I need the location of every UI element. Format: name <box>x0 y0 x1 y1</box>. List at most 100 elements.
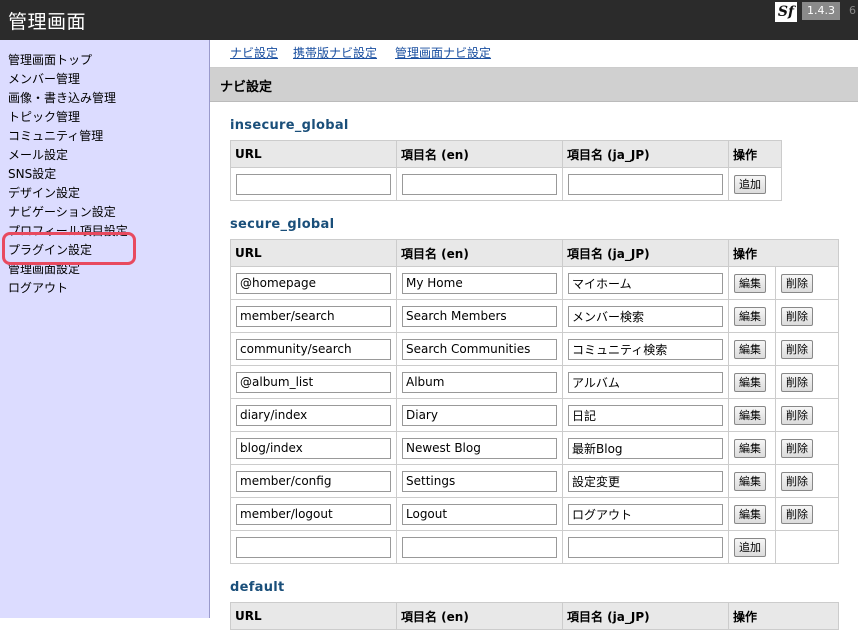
column-header-ops: 操作 <box>728 140 782 168</box>
table-row: 編集 削除 <box>230 398 839 432</box>
name-ja-input[interactable] <box>568 536 723 558</box>
secure-global-rows: 編集 削除 編集 削除 編集 削除 編集 削除 編集 <box>230 266 839 564</box>
name-ja-input[interactable] <box>568 338 723 360</box>
table-header-row: URL 項目名 (en) 項目名 (ja_JP) 操作 <box>230 239 839 267</box>
table-header-row: URL 項目名 (en) 項目名 (ja_JP) 操作 <box>230 602 839 630</box>
add-button[interactable]: 追加 <box>734 537 766 557</box>
sidebar-item-design-settings[interactable]: デザイン設定 <box>8 184 128 203</box>
sidebar-item-navigation-settings[interactable]: ナビゲーション設定 <box>8 203 128 222</box>
name-en-input[interactable] <box>402 503 557 525</box>
column-header-ja: 項目名 (ja_JP) <box>562 239 729 267</box>
table-header-row: URL 項目名 (en) 項目名 (ja_JP) 操作 <box>230 140 782 168</box>
edit-button[interactable]: 編集 <box>734 438 766 458</box>
delete-button[interactable]: 削除 <box>781 372 813 392</box>
name-ja-input[interactable] <box>568 272 723 294</box>
table-row: 編集 削除 <box>230 365 839 399</box>
name-en-input[interactable] <box>402 272 557 294</box>
url-input[interactable] <box>236 437 391 459</box>
url-input[interactable] <box>236 470 391 492</box>
edit-button[interactable]: 編集 <box>734 405 766 425</box>
table-row: 編集 削除 <box>230 464 839 498</box>
link-mobile-navi-settings[interactable]: 携帯版ナビ設定 <box>293 44 377 61</box>
name-ja-input[interactable] <box>568 404 723 426</box>
delete-button[interactable]: 削除 <box>781 306 813 326</box>
name-ja-input[interactable] <box>568 305 723 327</box>
insecure-global-table: URL 項目名 (en) 項目名 (ja_JP) 操作 追加 <box>230 140 782 201</box>
column-header-ops: 操作 <box>728 602 839 630</box>
sidebar-item-image-post-management[interactable]: 画像・書き込み管理 <box>8 89 128 108</box>
edit-button[interactable]: 編集 <box>734 273 766 293</box>
url-input[interactable] <box>236 272 391 294</box>
column-header-ja: 項目名 (ja_JP) <box>562 602 729 630</box>
sidebar-item-admin-top[interactable]: 管理画面トップ <box>8 51 128 70</box>
url-input[interactable] <box>236 404 391 426</box>
section-header: ナビ設定 <box>210 68 858 102</box>
sidebar-item-community-management[interactable]: コミュニティ管理 <box>8 127 128 146</box>
name-en-input[interactable] <box>402 437 557 459</box>
sidebar: 管理画面トップ メンバー管理 画像・書き込み管理 トピック管理 コミュニティ管理… <box>0 40 210 618</box>
name-ja-input[interactable] <box>568 503 723 525</box>
url-input[interactable] <box>236 503 391 525</box>
name-en-input[interactable] <box>402 305 557 327</box>
navigation-settings-highlight <box>2 232 136 265</box>
link-admin-navi-settings[interactable]: 管理画面ナビ設定 <box>395 44 491 61</box>
table-row-new: 追加 <box>230 167 782 201</box>
sidebar-item-topic-management[interactable]: トピック管理 <box>8 108 128 127</box>
sidebar-item-logout[interactable]: ログアウト <box>8 279 128 298</box>
name-en-input[interactable] <box>402 536 557 558</box>
delete-button[interactable]: 削除 <box>781 504 813 524</box>
secure-global-table: URL 項目名 (en) 項目名 (ja_JP) 操作 編集 削除 編集 削除 … <box>230 239 839 564</box>
table-row: 編集 削除 <box>230 266 839 300</box>
delete-button[interactable]: 削除 <box>781 405 813 425</box>
sidebar-item-member-management[interactable]: メンバー管理 <box>8 70 128 89</box>
url-input[interactable] <box>236 338 391 360</box>
table-row: 編集 削除 <box>230 299 839 333</box>
add-button[interactable]: 追加 <box>734 174 766 194</box>
column-header-ops: 操作 <box>728 239 839 267</box>
name-en-input[interactable] <box>402 338 557 360</box>
table-row: 編集 削除 <box>230 431 839 465</box>
group-title-insecure-global: insecure_global <box>230 118 349 133</box>
default-table: URL 項目名 (en) 項目名 (ja_JP) 操作 <box>230 602 839 630</box>
name-ja-input[interactable] <box>568 470 723 492</box>
url-input[interactable] <box>236 305 391 327</box>
name-en-input[interactable] <box>402 470 557 492</box>
link-navi-settings[interactable]: ナビ設定 <box>230 44 278 61</box>
sub-navigation: ナビ設定 携帯版ナビ設定 管理画面ナビ設定 <box>210 40 858 68</box>
delete-button[interactable]: 削除 <box>781 438 813 458</box>
app-header: 管理画面 Sf 1.4.3 6 <box>0 0 858 40</box>
column-header-url: URL <box>230 239 397 267</box>
column-header-url: URL <box>230 140 397 168</box>
name-en-input[interactable] <box>402 404 557 426</box>
edit-button[interactable]: 編集 <box>734 504 766 524</box>
url-input[interactable] <box>236 371 391 393</box>
app-title: 管理画面 <box>8 11 87 33</box>
delete-button[interactable]: 削除 <box>781 471 813 491</box>
name-en-input[interactable] <box>402 371 557 393</box>
column-header-en: 項目名 (en) <box>396 140 563 168</box>
section-title: ナビ設定 <box>220 80 273 95</box>
name-ja-input[interactable] <box>568 173 723 195</box>
group-title-secure-global: secure_global <box>230 217 335 232</box>
edit-button[interactable]: 編集 <box>734 471 766 491</box>
edit-button[interactable]: 編集 <box>734 372 766 392</box>
url-input[interactable] <box>236 536 391 558</box>
table-row-new: 追加 <box>230 530 839 564</box>
url-input[interactable] <box>236 173 391 195</box>
sidebar-item-sns-settings[interactable]: SNS設定 <box>8 165 128 184</box>
edit-button[interactable]: 編集 <box>734 339 766 359</box>
column-header-en: 項目名 (en) <box>396 602 563 630</box>
edit-button[interactable]: 編集 <box>734 306 766 326</box>
name-ja-input[interactable] <box>568 371 723 393</box>
name-ja-input[interactable] <box>568 437 723 459</box>
column-header-url: URL <box>230 602 397 630</box>
column-header-en: 項目名 (en) <box>396 239 563 267</box>
delete-button[interactable]: 削除 <box>781 339 813 359</box>
delete-button[interactable]: 削除 <box>781 273 813 293</box>
table-row: 編集 削除 <box>230 497 839 531</box>
header-extra-text: 6 <box>849 4 856 17</box>
name-en-input[interactable] <box>402 173 557 195</box>
sidebar-item-mail-settings[interactable]: メール設定 <box>8 146 128 165</box>
version-badge: 1.4.3 <box>802 2 840 20</box>
table-row: 編集 削除 <box>230 332 839 366</box>
